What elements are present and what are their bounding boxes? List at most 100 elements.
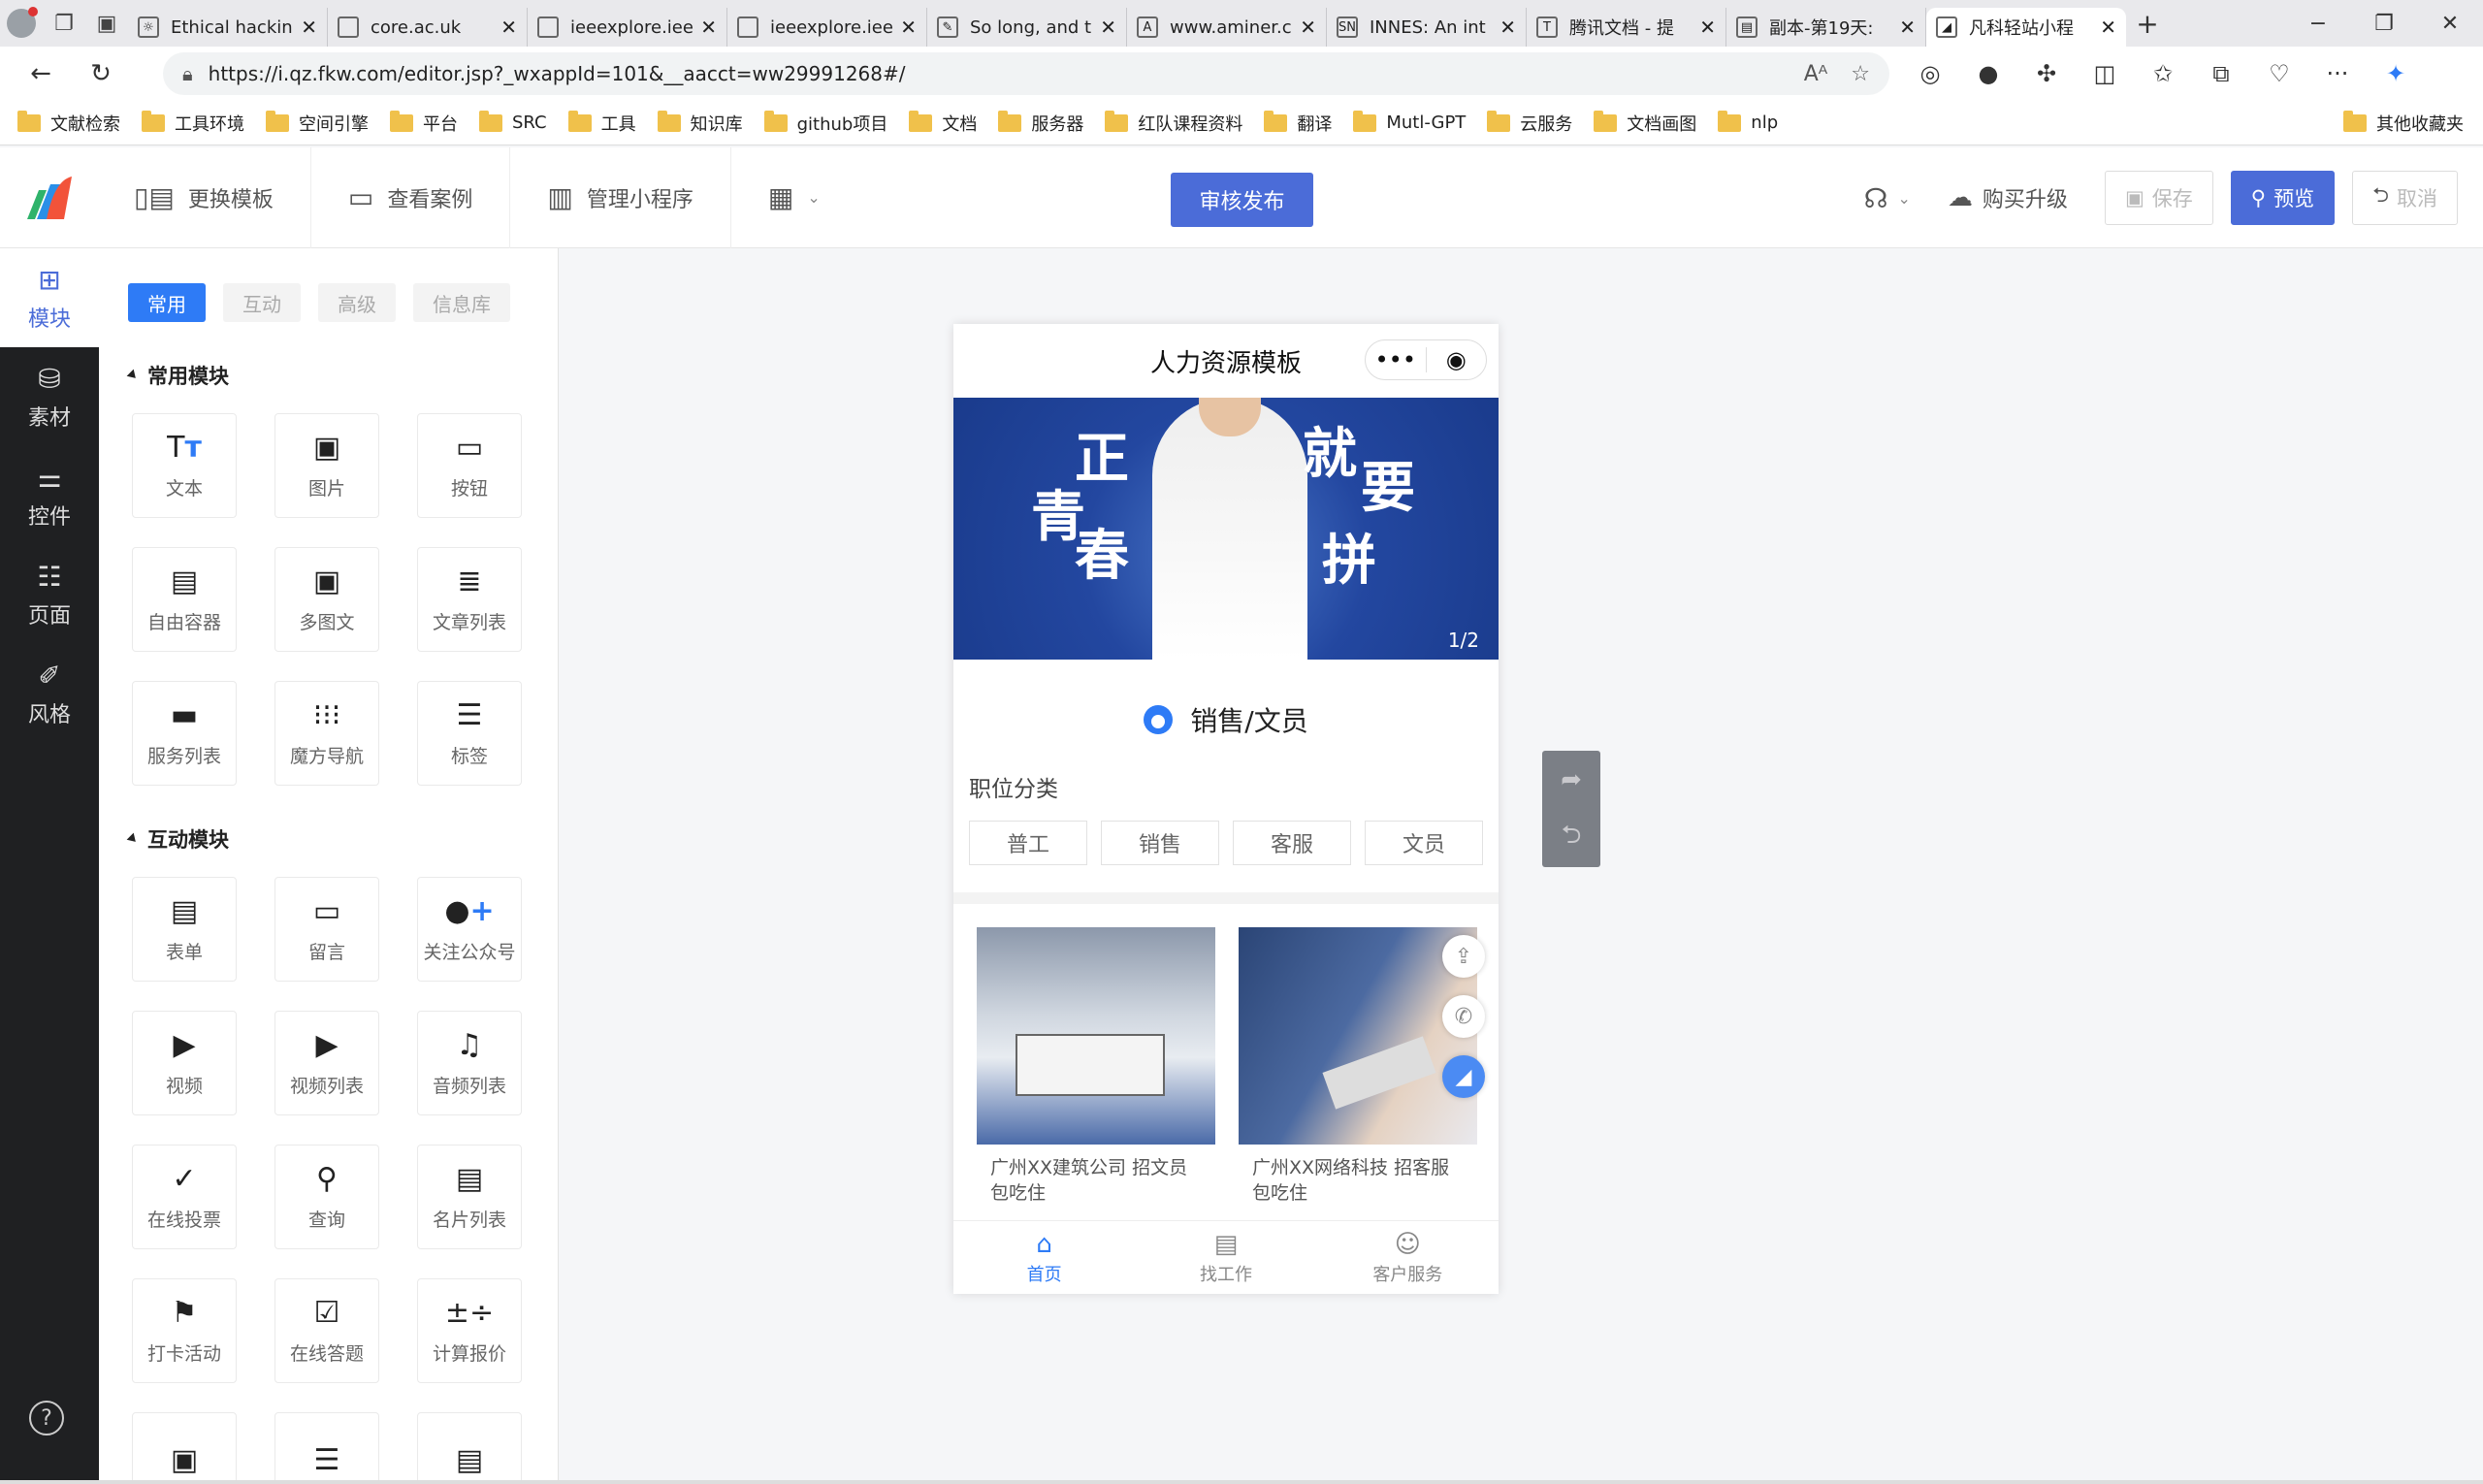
module-card[interactable]: ▭ 按钮 [417, 413, 522, 518]
qrcode-dropdown[interactable]: ▦ ⌄ [731, 147, 857, 248]
extension-badge-icon[interactable]: ● [1959, 60, 2017, 87]
job-tag[interactable]: 销售 [1101, 821, 1219, 865]
module-card[interactable]: ♫ 音频列表 [417, 1011, 522, 1115]
module-card[interactable]: ☑ 在线答题 [274, 1278, 379, 1383]
module-card[interactable]: ▤ 名片列表 [417, 1145, 522, 1249]
browser-tab[interactable]: ◢ 凡科轻站小程 ✕ [1926, 8, 2126, 47]
nav-find-job[interactable]: ▤ 找工作 [1135, 1221, 1316, 1294]
module-card[interactable]: ▶ 视频 [132, 1011, 237, 1115]
module-card[interactable]: ±÷ 计算报价 [417, 1278, 522, 1383]
bookmark-folder[interactable]: github项目 [763, 110, 887, 136]
undo-icon[interactable]: ⮌ [1542, 809, 1600, 867]
more-menu-icon[interactable]: ··· [2308, 60, 2367, 87]
close-tab-icon[interactable]: ✕ [900, 16, 917, 39]
browser-tab[interactable]: core.ac.uk ✕ [328, 8, 528, 47]
browser-tab[interactable]: ☼ Ethical hackin ✕ [128, 8, 328, 47]
split-screen-icon[interactable]: ◫ [2076, 60, 2134, 87]
bookmark-folder[interactable]: 云服务 [1487, 110, 1572, 136]
sidebar-item-pages[interactable]: ☷ 页面 [0, 545, 99, 644]
browser-tab[interactable]: ✎ So long, and t ✕ [927, 8, 1127, 47]
minimize-button[interactable]: − [2285, 0, 2351, 47]
miniapp-capsule[interactable]: ••• ◉ [1365, 339, 1487, 380]
redo-icon[interactable]: ➦ [1542, 751, 1600, 809]
browser-tab[interactable]: SN INNES: An int ✕ [1327, 8, 1527, 47]
restore-button[interactable]: ❐ [2351, 0, 2417, 47]
module-card[interactable]: ● + 关注公众号 [417, 877, 522, 982]
upgrade-button[interactable]: ☁ 购买升级 [1948, 182, 2068, 213]
sidebar-item-modules[interactable]: ⊞ 模块 [0, 248, 99, 347]
extension-icon[interactable]: ◎ [1901, 60, 1959, 87]
bookmark-folder[interactable]: 翻译 [1264, 110, 1332, 136]
job-tag[interactable]: 文员 [1365, 821, 1483, 865]
nav-home[interactable]: ⌂ 首页 [953, 1221, 1135, 1294]
module-card[interactable]: ⚲ 查询 [274, 1145, 379, 1249]
workspaces-icon[interactable]: ❐ [43, 0, 85, 47]
close-tab-icon[interactable]: ✕ [1300, 16, 1316, 39]
collections-icon[interactable]: ⧉ [2192, 60, 2250, 87]
browser-tab[interactable]: T 腾讯文档 - 提 ✕ [1527, 8, 1726, 47]
browser-tab[interactable]: ieeexplore.iee ✕ [727, 8, 927, 47]
bookmark-folder[interactable]: Mutl-GPT [1353, 110, 1466, 133]
module-card[interactable]: ☰ 标签 [417, 681, 522, 786]
module-card[interactable]: ⁝⁝⁝ 魔方导航 [274, 681, 379, 786]
performance-icon[interactable]: ♡ [2250, 60, 2308, 87]
close-tab-icon[interactable]: ✕ [700, 16, 717, 39]
phone-icon[interactable]: ✆ [1442, 995, 1485, 1038]
save-button[interactable]: ▣ 保存 [2104, 171, 2213, 225]
bookmark-folder[interactable]: 空间引擎 [266, 110, 369, 136]
close-tab-icon[interactable]: ✕ [301, 16, 317, 39]
bookmark-folder[interactable]: 工具环境 [142, 110, 244, 136]
module-card[interactable]: ▣ 图片 [274, 413, 379, 518]
tab-advanced[interactable]: 高级 [318, 283, 396, 322]
job-tag[interactable]: 客服 [1233, 821, 1351, 865]
bookmark-folder[interactable]: nlp [1718, 110, 1778, 133]
bookmark-folder[interactable]: 服务器 [998, 110, 1083, 136]
module-card[interactable]: ▶ 视频列表 [274, 1011, 379, 1115]
close-tab-icon[interactable]: ✕ [1100, 16, 1116, 39]
bookmark-folder[interactable]: 文献检索 [17, 110, 120, 136]
bookmark-other-favorites[interactable]: 其他收藏夹 [2343, 110, 2464, 136]
support-dropdown[interactable]: ☊ ⌄ [1864, 182, 1911, 214]
share-icon[interactable]: ⇪ [1442, 935, 1485, 978]
close-window-button[interactable]: ✕ [2417, 0, 2483, 47]
fkw-float-icon[interactable]: ◢ [1442, 1055, 1485, 1098]
close-tab-icon[interactable]: ✕ [500, 16, 517, 39]
sidebar-item-assets[interactable]: ⛁ 素材 [0, 347, 99, 446]
module-card[interactable]: Tᴛ 文本 [132, 413, 237, 518]
banner-carousel[interactable]: 青 正 春 就 要 拼 1/2 [953, 398, 1499, 660]
extensions-puzzle-icon[interactable]: ✣ [2017, 60, 2076, 87]
module-card[interactable]: ▣ 多图文 [274, 547, 379, 652]
close-tab-icon[interactable]: ✕ [2100, 16, 2116, 39]
help-icon[interactable]: ? [29, 1401, 64, 1436]
module-card[interactable]: ▭ 留言 [274, 877, 379, 982]
browser-tab[interactable]: ▤ 副本-第19天: ✕ [1726, 8, 1926, 47]
fkw-logo[interactable] [0, 147, 97, 248]
change-template-button[interactable]: ▯▤ 更换模板 [97, 146, 311, 248]
bookmark-folder[interactable]: 文档画图 [1594, 110, 1696, 136]
bookmark-folder[interactable]: 工具 [567, 110, 636, 136]
nav-customer-service[interactable]: ☺ 客户服务 [1317, 1221, 1499, 1294]
job-listing-card[interactable]: 广州XX建筑公司 招文员 包吃住 [977, 927, 1215, 1217]
job-listing-card[interactable]: 广州XX网络科技 招客服 包吃住 [1239, 927, 1477, 1217]
module-card[interactable]: ✓ 在线投票 [132, 1145, 237, 1249]
module-card[interactable]: ▤ 表单 [132, 877, 237, 982]
view-cases-button[interactable]: ▭ 查看案例 [311, 146, 511, 248]
more-dots-icon[interactable]: ••• [1366, 346, 1426, 373]
job-tag[interactable]: 普工 [969, 821, 1087, 865]
module-card[interactable]: ⚑ 打卡活动 [132, 1278, 237, 1383]
publish-button[interactable]: 审核发布 [1171, 173, 1313, 227]
bookmark-folder[interactable]: 知识库 [657, 110, 743, 136]
record-close-icon[interactable]: ◉ [1427, 346, 1487, 373]
sidebar-item-style[interactable]: ✐ 风格 [0, 644, 99, 743]
browser-tab[interactable]: Awww.aminer.c ✕ [1127, 8, 1327, 47]
browser-tab[interactable]: ieeexplore.iee ✕ [528, 8, 727, 47]
close-tab-icon[interactable]: ✕ [1699, 16, 1716, 39]
favorite-star-icon[interactable]: ☆ [1851, 62, 1870, 86]
new-tab-button[interactable]: + [2126, 4, 2169, 43]
tab-actions-icon[interactable]: ▣ [85, 0, 128, 47]
bookmark-folder[interactable]: 平台 [390, 110, 458, 136]
module-card[interactable]: ≣ 文章列表 [417, 547, 522, 652]
favorites-icon[interactable]: ✩ [2134, 60, 2192, 87]
tab-interactive[interactable]: 互动 [223, 283, 301, 322]
sidebar-item-controls[interactable]: ⚌ 控件 [0, 446, 99, 545]
